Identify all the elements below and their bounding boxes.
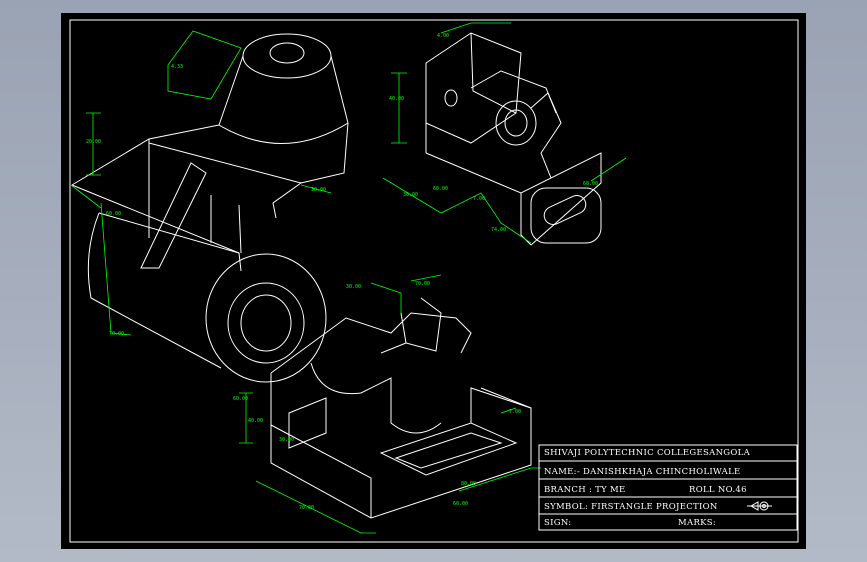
dim-16: 40.00 <box>248 418 263 424</box>
dim-18: 7.00 <box>509 409 521 415</box>
dim-8: 30.00 <box>403 192 418 198</box>
drawing-canvas: 4.33 20.00 60.00 30.00 70.00 4.00 40.00 … <box>69 19 799 543</box>
student-name: NAME:- DANISHKHAJA CHINCHOLIWALE <box>544 467 741 477</box>
dim-1: 4.33 <box>171 64 183 70</box>
marks-label: MARKS: <box>678 518 716 528</box>
first-angle-projection-icon <box>747 501 772 511</box>
dim-3: 60.00 <box>106 211 121 217</box>
isometric-view-2 <box>425 32 602 246</box>
dim-6: 4.00 <box>437 33 449 39</box>
drawing-sheet: 4.33 20.00 60.00 30.00 70.00 4.00 40.00 … <box>61 13 806 549</box>
projection-symbol-label: SYMBOL: FIRSTANGLE PROJECTION <box>544 502 718 512</box>
title-block: SHIVAJI POLYTECHNIC COLLEGESANGOLA NAME:… <box>538 444 798 531</box>
dim-4: 30.00 <box>311 187 326 193</box>
dim-14: 70.00 <box>415 281 430 287</box>
dimensions-view-2 <box>382 22 627 244</box>
dim-21: 60.00 <box>453 501 468 507</box>
isometric-view-1 <box>71 33 349 383</box>
dimensions-view-3 <box>239 274 541 534</box>
college-name: SHIVAJI POLYTECHNIC COLLEGESANGOLA <box>544 448 751 458</box>
dim-13: 30.00 <box>346 284 361 290</box>
dim-10: 7.00 <box>473 196 485 202</box>
dim-9: 60.00 <box>433 186 448 192</box>
dim-17: 30.00 <box>279 437 294 443</box>
dim-5: 70.00 <box>109 331 124 337</box>
sign-label: SIGN: <box>544 518 571 528</box>
dim-2: 20.00 <box>86 139 101 145</box>
roll-number: ROLL NO.46 <box>689 485 747 495</box>
dim-15: 60.00 <box>233 396 248 402</box>
dim-12: 60.00 <box>583 181 598 187</box>
dim-11: 74.00 <box>491 227 506 233</box>
branch-label: BRANCH : TY ME <box>544 485 626 495</box>
dim-7: 40.00 <box>389 96 404 102</box>
dim-19: 70.00 <box>299 505 314 511</box>
dim-20: 80.00 <box>461 481 476 487</box>
isometric-view-3 <box>270 297 532 519</box>
